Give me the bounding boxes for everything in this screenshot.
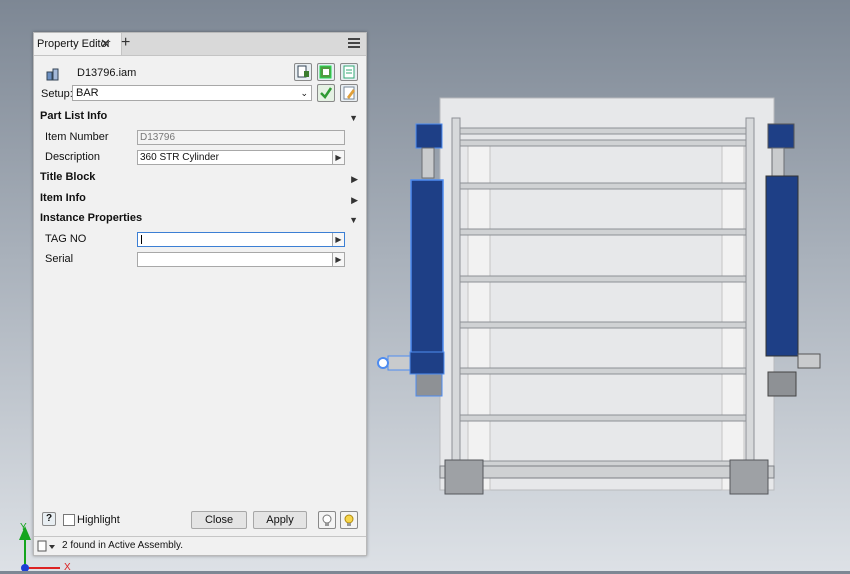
collapse-icon[interactable]: ▼ [349, 113, 358, 123]
item-number-value: D13796 [140, 132, 176, 143]
expand-icon[interactable]: ▶ [351, 174, 358, 185]
close-button[interactable]: Close [191, 511, 247, 529]
status-bar: 2 found in Active Assembly. [34, 536, 366, 555]
confirm-setup-button[interactable] [317, 84, 335, 102]
setup-label: Setup: [41, 88, 73, 100]
highlight-checkbox[interactable] [63, 514, 75, 526]
setup-value: BAR [76, 87, 99, 99]
section-title-block[interactable]: Title Block [40, 171, 95, 183]
edit-icon [343, 86, 355, 100]
highlight-label: Highlight [77, 514, 120, 526]
item-number-label: Item Number [45, 131, 109, 143]
tag-no-field[interactable]: ▶ [137, 232, 345, 247]
property-editor-panel: Property Editor ✕ + D13796.iam Setup: BA… [33, 32, 367, 556]
lightbulb-off-icon[interactable] [318, 511, 336, 529]
paste-properties-icon[interactable] [317, 63, 335, 81]
section-part-list-info[interactable]: Part List Info [40, 110, 107, 122]
setup-select[interactable]: BAR ⌄ [72, 85, 312, 101]
serial-label: Serial [45, 253, 74, 265]
tag-no-label: TAG NO [45, 233, 87, 245]
filter-icon[interactable] [37, 540, 59, 554]
axis-x-label: X [64, 562, 71, 571]
copy-properties-icon[interactable] [294, 63, 312, 81]
item-number-field: D13796 [137, 130, 345, 145]
axis-y-label: Y [20, 522, 27, 533]
description-value: 360 STR Cylinder [140, 152, 219, 163]
lightbulb-on-icon[interactable] [340, 511, 358, 529]
description-label: Description [45, 151, 101, 163]
expand-arrow-icon[interactable]: ▶ [332, 233, 344, 246]
file-name: D13796.iam [77, 67, 137, 79]
section-item-info[interactable]: Item Info [40, 192, 86, 204]
description-field[interactable]: 360 STR Cylinder ▶ [137, 150, 345, 165]
checkmark-icon [320, 87, 333, 99]
chevron-down-icon: ⌄ [300, 88, 308, 98]
expand-arrow-icon[interactable]: ▶ [332, 151, 344, 164]
help-icon[interactable]: ? [42, 512, 56, 526]
panel-menu-icon[interactable] [348, 38, 360, 48]
text-cursor [141, 235, 142, 244]
section-instance-properties[interactable]: Instance Properties [40, 212, 142, 224]
serial-field[interactable]: ▶ [137, 252, 345, 267]
collapse-icon[interactable]: ▼ [349, 215, 358, 225]
expand-icon[interactable]: ▶ [351, 195, 358, 206]
apply-button[interactable]: Apply [253, 511, 307, 529]
add-tab-icon[interactable]: + [121, 34, 130, 52]
assembly-icon [46, 68, 59, 81]
tab-bar: Property Editor ✕ + [34, 33, 366, 56]
edit-setup-button[interactable] [340, 84, 358, 102]
tab-close-icon[interactable]: ✕ [100, 36, 111, 52]
file-row: D13796.iam [42, 63, 358, 85]
expand-arrow-icon[interactable]: ▶ [332, 253, 344, 266]
status-text: 2 found in Active Assembly. [62, 540, 183, 551]
export-properties-icon[interactable] [340, 63, 358, 81]
